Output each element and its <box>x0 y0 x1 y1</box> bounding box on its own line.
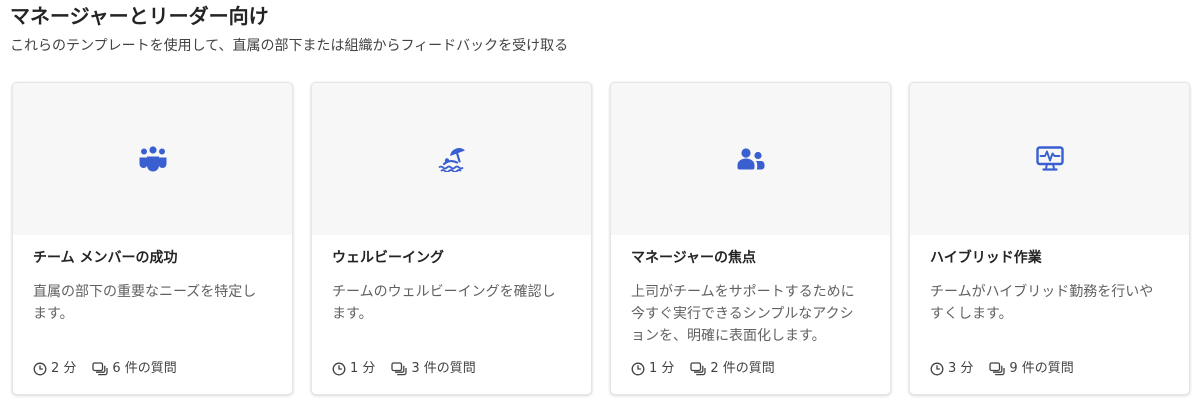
card-hero <box>312 83 591 235</box>
template-card-wellbeing[interactable]: ウェルビーイング チームのウェルビーイングを確認します。 1 分 3 件の質問 <box>311 82 592 395</box>
card-title: マネージャーの焦点 <box>631 250 757 266</box>
questions-icon <box>989 362 1006 376</box>
beach-umbrella-icon <box>437 146 466 172</box>
card-title: ハイブリッド作業 <box>930 250 1042 266</box>
monitor-pulse-icon <box>1035 146 1064 172</box>
card-description: 上司がチームをサポートするために今すぐ実行できるシンプルなアクションを、明確に表… <box>631 284 855 344</box>
clock-icon <box>930 362 944 376</box>
card-title: ウェルビーイング <box>332 250 444 266</box>
card-meta: 1 分 2 件の質問 <box>631 360 775 378</box>
card-hero <box>910 83 1189 235</box>
clock-icon <box>332 362 346 376</box>
question-count-label: 9 件の質問 <box>1009 361 1074 376</box>
clock-icon <box>631 362 645 376</box>
clock-icon <box>33 362 47 376</box>
card-meta: 1 分 3 件の質問 <box>332 360 476 378</box>
question-count-label: 3 件の質問 <box>411 361 476 376</box>
template-card-team-member-success[interactable]: チーム メンバーの成功 直属の部下の重要なニーズを特定します。 2 分 6 件の… <box>12 82 293 395</box>
template-card-list: チーム メンバーの成功 直属の部下の重要なニーズを特定します。 2 分 6 件の… <box>12 82 1190 395</box>
card-meta: 3 分 9 件の質問 <box>930 360 1074 378</box>
card-title: チーム メンバーの成功 <box>33 250 178 266</box>
team-people-icon <box>139 146 167 172</box>
people-pair-icon <box>737 147 765 171</box>
questions-icon <box>391 362 408 376</box>
template-card-manager-focus[interactable]: マネージャーの焦点 上司がチームをサポートするために今すぐ実行できるシンプルなア… <box>610 82 891 395</box>
section-subtitle: これらのテンプレートを使用して、直属の部下または組織からフィードバックを受け取る <box>10 38 569 54</box>
duration-label: 1 分 <box>649 361 675 376</box>
card-description: チームのウェルビーイングを確認します。 <box>332 284 556 322</box>
duration-label: 3 分 <box>948 361 974 376</box>
card-description: 直属の部下の重要なニーズを特定します。 <box>33 284 257 322</box>
duration-label: 2 分 <box>51 361 77 376</box>
questions-icon <box>92 362 109 376</box>
question-count-label: 2 件の質問 <box>710 361 775 376</box>
card-meta: 2 分 6 件の質問 <box>33 360 177 378</box>
card-hero <box>13 83 292 235</box>
card-description: チームがハイブリッド勤務を行いやすくします。 <box>930 284 1154 322</box>
question-count-label: 6 件の質問 <box>112 361 177 376</box>
duration-label: 1 分 <box>350 361 376 376</box>
template-card-hybrid-work[interactable]: ハイブリッド作業 チームがハイブリッド勤務を行いやすくします。 3 分 9 件の… <box>909 82 1190 395</box>
card-hero <box>611 83 890 235</box>
section-title: マネージャーとリーダー向け <box>10 4 269 28</box>
questions-icon <box>690 362 707 376</box>
